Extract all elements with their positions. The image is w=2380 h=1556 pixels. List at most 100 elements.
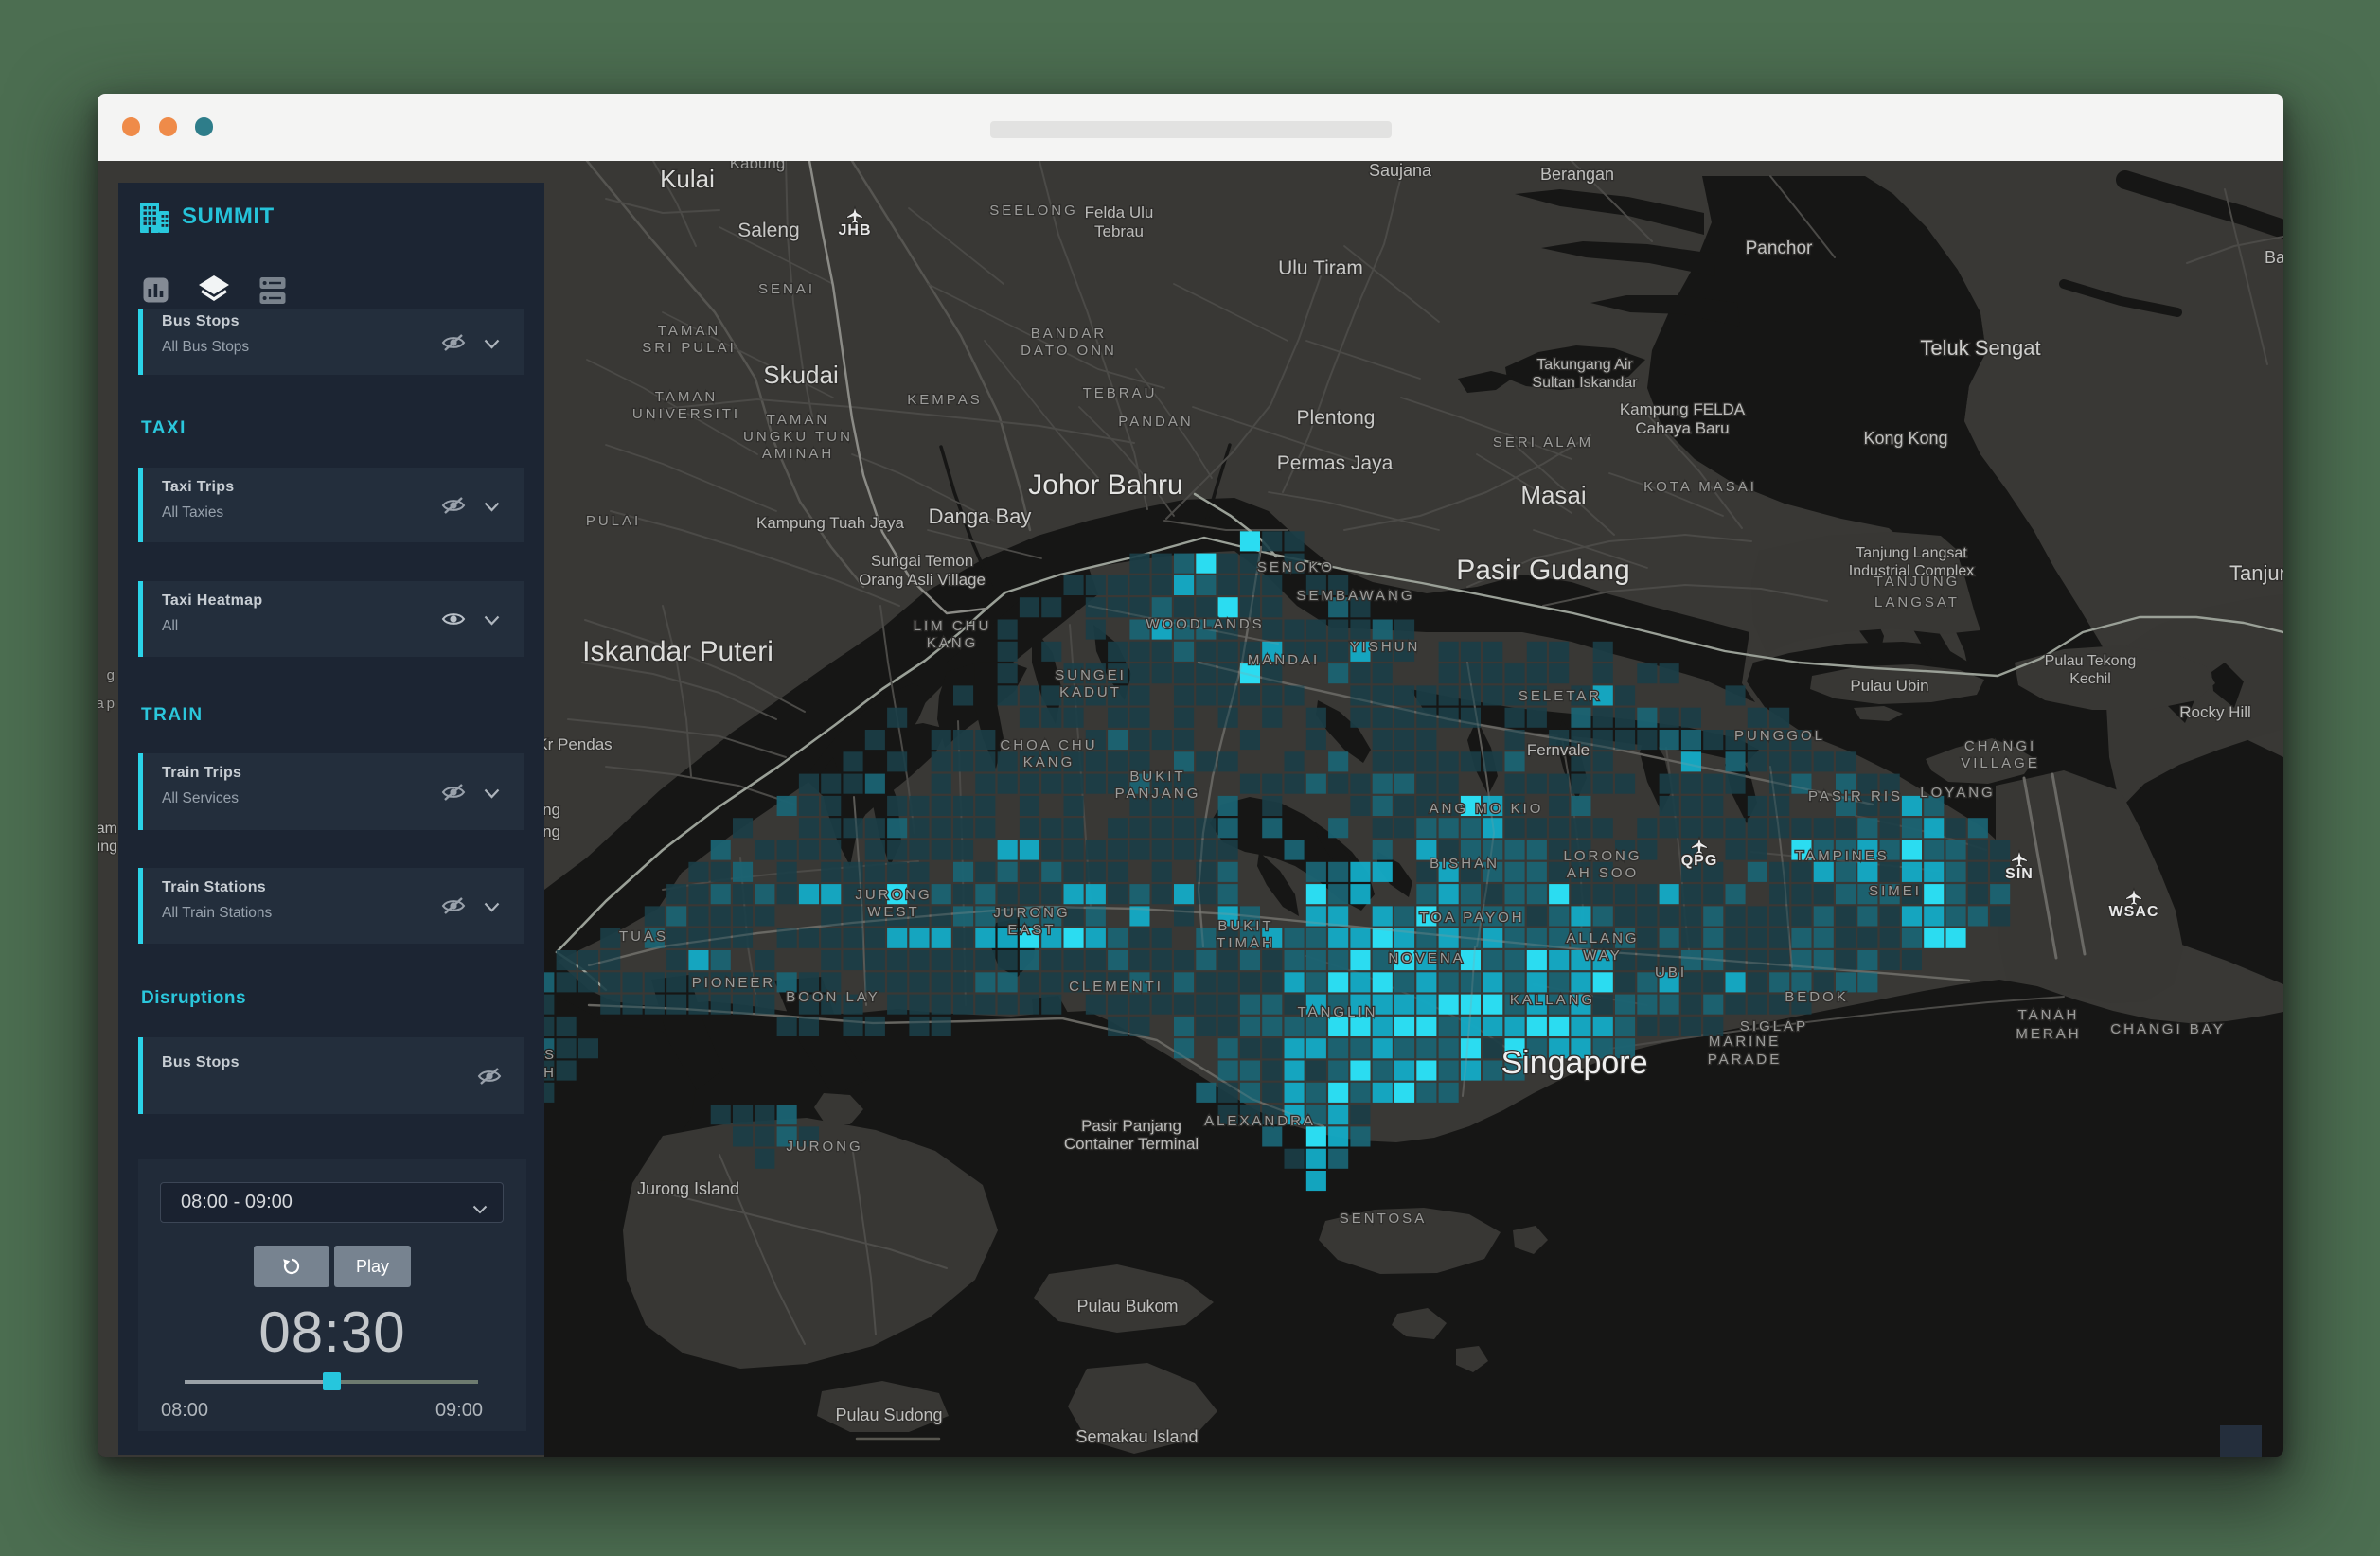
svg-text:Kulai: Kulai xyxy=(660,165,715,193)
svg-text:KADUT: KADUT xyxy=(1059,684,1122,700)
svg-text:MANDAI: MANDAI xyxy=(1248,652,1320,668)
svg-text:UNGKU TUN: UNGKU TUN xyxy=(743,429,853,445)
svg-text:JURONG: JURONG xyxy=(786,1139,862,1155)
svg-text:SENOKO: SENOKO xyxy=(1257,559,1335,575)
svg-text:Kechil: Kechil xyxy=(2069,671,2111,687)
svg-text:Takungang Air: Takungang Air xyxy=(1536,357,1633,373)
svg-text:Permas Jaya: Permas Jaya xyxy=(1277,452,1394,474)
svg-text:Panchor: Panchor xyxy=(1746,239,1813,258)
svg-text:LANGSAT: LANGSAT xyxy=(1874,594,1960,610)
svg-text:Pulau Tekong: Pulau Tekong xyxy=(2045,653,2137,669)
svg-text:TUAS: TUAS xyxy=(619,928,668,945)
svg-text:Kong Kong: Kong Kong xyxy=(1863,429,1947,448)
svg-text:Sungai Temon: Sungai Temon xyxy=(871,552,973,570)
svg-text:ALEXANDRA: ALEXANDRA xyxy=(1204,1113,1316,1129)
svg-text:QPG: QPG xyxy=(1681,853,1718,869)
svg-text:Pulau Ubin: Pulau Ubin xyxy=(1850,677,1928,695)
svg-text:sap: sap xyxy=(98,696,117,712)
svg-text:Tanjun: Tanjun xyxy=(2229,561,2283,585)
svg-text:WEST: WEST xyxy=(867,904,919,920)
svg-text:NOVENA: NOVENA xyxy=(1388,950,1465,966)
svg-text:BEDOK: BEDOK xyxy=(1785,989,1849,1005)
svg-text:AH SOO: AH SOO xyxy=(1567,865,1639,881)
svg-text:SEELONG: SEELONG xyxy=(989,203,1078,219)
svg-text:Skudai: Skudai xyxy=(763,361,839,389)
svg-text:Ba: Ba xyxy=(2265,248,2283,267)
svg-text:VILLAGE: VILLAGE xyxy=(1961,755,2040,771)
svg-text:Iskandar Puteri: Iskandar Puteri xyxy=(582,636,773,667)
svg-text:KALLANG: KALLANG xyxy=(1510,992,1595,1008)
svg-text:g: g xyxy=(107,667,117,683)
svg-text:Container Terminal: Container Terminal xyxy=(1064,1135,1199,1153)
svg-text:SEMBAWANG: SEMBAWANG xyxy=(1296,588,1414,604)
svg-text:CLEMENTI: CLEMENTI xyxy=(1069,979,1163,995)
svg-text:PANDAN: PANDAN xyxy=(1118,414,1193,430)
svg-text:BISHAN: BISHAN xyxy=(1430,856,1500,872)
svg-text:TAMAN: TAMAN xyxy=(767,412,829,428)
svg-text:PIONEER: PIONEER xyxy=(692,975,776,991)
svg-text:Danga Bay: Danga Bay xyxy=(929,504,1032,528)
svg-text:JURONG: JURONG xyxy=(855,887,932,903)
svg-text:Ulu Tiram: Ulu Tiram xyxy=(1278,257,1363,279)
svg-text:SIGLAP: SIGLAP xyxy=(1740,1018,1808,1034)
svg-text:EAST: EAST xyxy=(1007,922,1056,938)
svg-text:Sultan Iskandar: Sultan Iskandar xyxy=(1532,375,1638,391)
svg-text:CHOA CHU: CHOA CHU xyxy=(1000,737,1097,753)
svg-text:JURONG: JURONG xyxy=(993,905,1070,921)
svg-text:Jurong Island: Jurong Island xyxy=(637,1179,739,1198)
svg-text:UBI: UBI xyxy=(1655,964,1687,981)
svg-text:SUNGEI: SUNGEI xyxy=(1055,667,1127,683)
svg-text:SIN: SIN xyxy=(2005,866,2034,882)
svg-text:LORONG: LORONG xyxy=(1563,848,1642,864)
svg-text:Kr Pendas: Kr Pendas xyxy=(537,735,612,753)
svg-text:Pasir Panjang: Pasir Panjang xyxy=(1081,1117,1181,1135)
svg-text:BUKIT: BUKIT xyxy=(1129,769,1185,785)
svg-text:Teluk Sengat: Teluk Sengat xyxy=(1920,336,2040,360)
svg-text:Pulau Sudong: Pulau Sudong xyxy=(835,1406,942,1424)
svg-text:PULAI: PULAI xyxy=(586,513,641,529)
svg-text:WAY: WAY xyxy=(1583,947,1623,964)
svg-text:Singapore: Singapore xyxy=(1501,1045,1647,1081)
svg-text:TAMAN: TAMAN xyxy=(658,323,720,339)
svg-text:YISHUN: YISHUN xyxy=(1350,639,1421,655)
svg-text:Rocky Hill: Rocky Hill xyxy=(2179,703,2251,721)
svg-text:MERAH: MERAH xyxy=(2016,1026,2081,1042)
svg-text:KANG: KANG xyxy=(927,635,979,651)
svg-text:LIM CHU: LIM CHU xyxy=(914,618,992,634)
svg-text:BANDAR: BANDAR xyxy=(1031,326,1108,342)
svg-text:CHANGI: CHANGI xyxy=(1964,738,2036,754)
svg-text:KANG: KANG xyxy=(1023,754,1075,770)
svg-text:Pulau Bukom: Pulau Bukom xyxy=(1076,1297,1178,1316)
svg-text:LOYANG: LOYANG xyxy=(1920,785,1995,801)
svg-text:TAMPINES: TAMPINES xyxy=(1795,848,1890,864)
svg-text:PASIR RIS: PASIR RIS xyxy=(1808,788,1903,805)
svg-text:SENTOSA: SENTOSA xyxy=(1340,1211,1427,1227)
svg-text:Saleng: Saleng xyxy=(737,220,799,241)
svg-text:SENAI: SENAI xyxy=(758,281,815,297)
svg-text:Felda Ulu: Felda Ulu xyxy=(1085,203,1154,221)
svg-text:Tanjung Langsat: Tanjung Langsat xyxy=(1856,545,1967,561)
svg-text:TANGLIN: TANGLIN xyxy=(1298,1004,1378,1020)
svg-text:TANJUNG: TANJUNG xyxy=(1874,574,1961,590)
svg-text:Pasir Gudang: Pasir Gudang xyxy=(1456,555,1629,586)
svg-text:AMINAH: AMINAH xyxy=(762,446,834,462)
svg-text:Masai: Masai xyxy=(1520,481,1586,509)
svg-text:ANG MO KIO: ANG MO KIO xyxy=(1430,801,1544,817)
svg-text:PANJANG: PANJANG xyxy=(1115,786,1201,802)
svg-text:SRI PULAI: SRI PULAI xyxy=(642,340,737,356)
svg-text:Cahaya Baru: Cahaya Baru xyxy=(1635,419,1729,437)
svg-text:TIMAH: TIMAH xyxy=(1217,935,1275,951)
svg-text:Fernvale: Fernvale xyxy=(1527,741,1590,759)
svg-text:TAMAN: TAMAN xyxy=(655,389,718,405)
svg-text:Kampung FELDA: Kampung FELDA xyxy=(1620,400,1746,418)
svg-text:Johor Bahru: Johor Bahru xyxy=(1028,469,1182,501)
svg-text:SIMEI: SIMEI xyxy=(1869,883,1922,899)
svg-text:MARINE: MARINE xyxy=(1709,1034,1781,1050)
svg-text:WSAC: WSAC xyxy=(2109,904,2159,920)
svg-text:SERI ALAM: SERI ALAM xyxy=(1493,434,1593,451)
svg-text:Semakau Island: Semakau Island xyxy=(1075,1427,1198,1446)
svg-text:ung: ung xyxy=(98,839,117,855)
svg-text:BUKIT: BUKIT xyxy=(1217,918,1273,934)
svg-text:Kabung: Kabung xyxy=(730,161,786,172)
svg-text:TEBRAU: TEBRAU xyxy=(1083,385,1158,401)
